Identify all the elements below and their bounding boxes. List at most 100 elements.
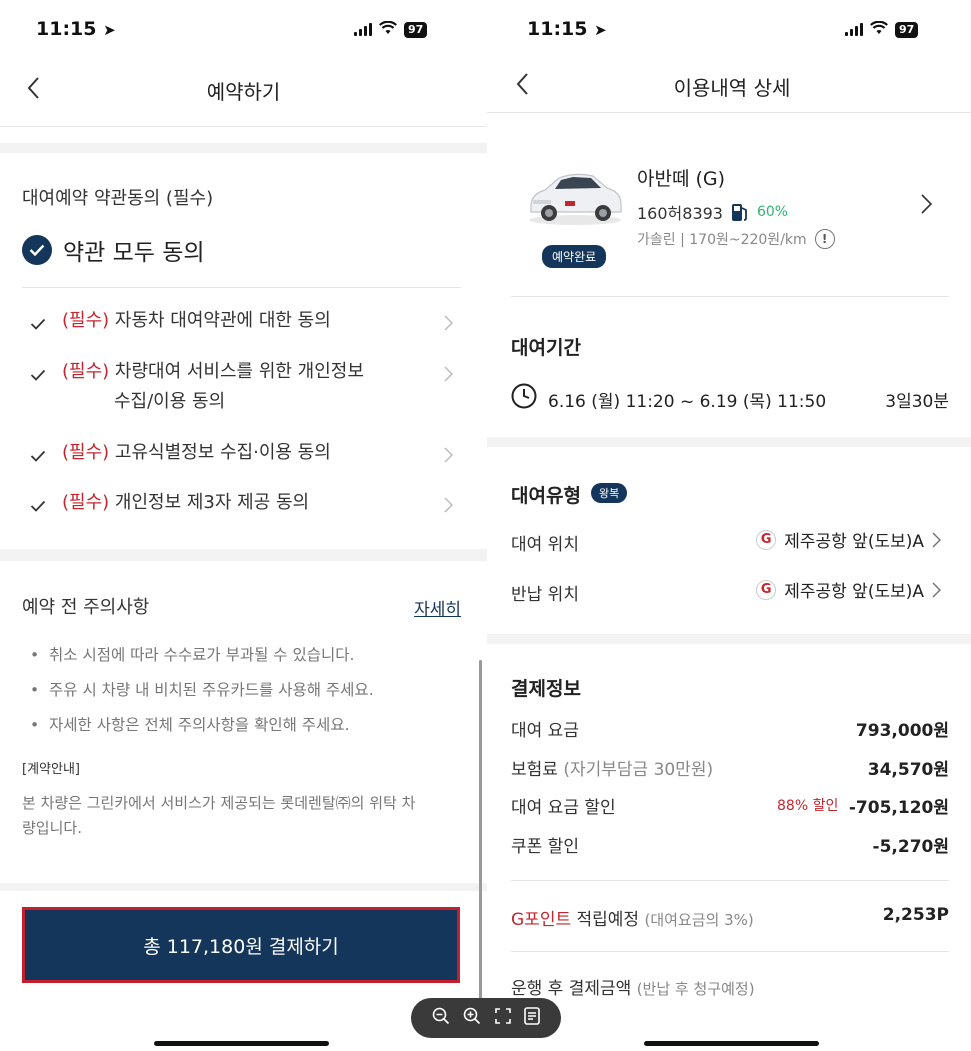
status-time-text: 11:15: [527, 18, 588, 40]
gpoint-row: G포인트 적립예정 (대여요금의 3%): [511, 905, 754, 930]
section-gap: [0, 883, 487, 891]
term-item-unique-id[interactable]: (필수) 고유식별정보 수집·이용 동의: [22, 438, 461, 472]
insurance-sub: (자기부담금 30만원): [563, 760, 714, 780]
term-item-rental-agreement[interactable]: (필수) 자동차 대여약관에 대한 동의: [22, 306, 461, 340]
section-gap: [487, 437, 971, 447]
notice-text: 주유 시 차량 내 비치된 주유카드를 사용해 주세요.: [49, 681, 374, 699]
payment-row-label: 대여 요금: [511, 721, 579, 741]
page-title: 예약하기: [206, 80, 281, 104]
required-tag: (필수): [62, 492, 110, 513]
home-indicator: [644, 1041, 819, 1046]
car-plate: 160허8393: [637, 204, 723, 223]
scrollbar[interactable]: [479, 660, 482, 1000]
chevron-right-icon: [444, 315, 453, 331]
car-detail-chevron-icon[interactable]: [921, 194, 932, 214]
terms-section-title: 대여예약 약관동의 (필수): [22, 188, 214, 209]
required-tag: (필수): [62, 310, 110, 331]
signal-icon: [845, 23, 863, 36]
usage-detail-screen: 11:15 ➤ 97 이용내역 상세 예약완료 아반떼 (G) 160허8393: [487, 0, 971, 1051]
fuel-info-row: 가솔린 | 170원~220원/km !: [637, 229, 835, 249]
battery-icon: 97: [895, 21, 919, 38]
term-item-text: 고유식별정보 수집·이용 동의: [114, 442, 331, 463]
pay-button[interactable]: 총 117,180원 결제하기: [22, 907, 460, 983]
term-item-text-line2: 수집/이용 동의: [114, 391, 226, 412]
term-item-text: 차량대여 서비스를 위한 개인정보: [114, 361, 364, 382]
chevron-right-icon: [444, 447, 453, 463]
terms-divider: [22, 287, 461, 288]
location-arrow-icon: ➤: [594, 21, 607, 39]
pickup-location[interactable]: G 제주공항 앞(도보)A: [756, 527, 941, 552]
notice-item: • 취소 시점에 따라 수수료가 부과될 수 있습니다.: [30, 646, 355, 664]
status-icons: 97: [354, 20, 428, 39]
round-trip-badge: 왕복: [591, 483, 628, 503]
chevron-right-icon: [444, 366, 453, 382]
card-divider: [511, 296, 949, 297]
chevron-right-icon: [444, 497, 453, 513]
term-item-label: (필수) 고유식별정보 수집·이용 동의: [62, 438, 331, 468]
term-item-text: 자동차 대여약관에 대한 동의: [114, 310, 331, 331]
agree-all-checkbox[interactable]: [22, 235, 52, 265]
zoom-in-icon[interactable]: [463, 1007, 481, 1029]
status-time: 11:15 ➤: [527, 18, 607, 40]
gpoint-label: 적립예정: [576, 910, 640, 930]
return-location[interactable]: G 제주공항 앞(도보)A: [756, 577, 941, 602]
check-icon: [30, 318, 46, 330]
discount-rate: 88% 할인: [777, 798, 839, 814]
page-title: 이용내역 상세: [673, 76, 791, 100]
reservation-status-badge: 예약완료: [542, 245, 607, 268]
payment-row-value: 793,000원: [855, 721, 949, 741]
payment-row-value: 34,570원: [867, 760, 949, 780]
rental-period: 6.16 (월) 11:20 ~ 6.19 (목) 11:50: [548, 392, 827, 412]
period-title: 대여기간: [511, 337, 581, 359]
check-icon: [30, 369, 46, 381]
notice-item: • 자세한 사항은 전체 주의사항을 확인해 주세요.: [30, 716, 350, 734]
status-time-text: 11:15: [36, 18, 97, 40]
section-gap: [487, 634, 971, 644]
notice-title: 예약 전 주의사항: [22, 597, 150, 618]
section-gap: [0, 549, 487, 561]
info-icon[interactable]: !: [814, 229, 835, 249]
text-view-icon[interactable]: [524, 1007, 541, 1029]
return-label: 반납 위치: [511, 585, 579, 605]
check-icon: [29, 244, 45, 256]
fuel-info: 가솔린 | 170원~220원/km: [637, 232, 807, 248]
pickup-label: 대여 위치: [511, 535, 579, 555]
chevron-right-icon: [932, 531, 941, 548]
contract-label: [계약안내]: [22, 762, 80, 777]
agree-all-label[interactable]: 약관 모두 동의: [63, 233, 205, 267]
greencar-logo-icon: G: [756, 579, 777, 600]
gpoint-sub: (대여요금의 3%): [644, 911, 754, 929]
term-item-personal-info[interactable]: (필수) 차량대여 서비스를 위한 개인정보 수집/이용 동의: [22, 357, 461, 421]
car-plate-row: 160허8393 60%: [637, 200, 788, 224]
gpoint-value: 2,253P: [882, 905, 949, 925]
term-item-third-party[interactable]: (필수) 개인정보 제3자 제공 동의: [22, 488, 461, 522]
zoom-out-icon[interactable]: [432, 1007, 450, 1029]
rental-duration: 3일30분: [885, 392, 949, 412]
after-payment-sub: (반납 후 청구예정): [636, 980, 755, 998]
nav-divider: [487, 112, 971, 113]
term-item-label: (필수) 차량대여 서비스를 위한 개인정보: [62, 357, 364, 387]
after-payment-row: 운행 후 결제금액 (반납 후 청구예정): [511, 974, 755, 999]
term-item-text: 개인정보 제3자 제공 동의: [114, 492, 310, 513]
gpoint-divider: [511, 951, 949, 952]
return-value: 제주공항 앞(도보)A: [784, 582, 924, 602]
contract-text: 본 차량은 그린카에서 서비스가 제공되는 롯데렌탈㈜의 위탁 차: [22, 794, 416, 812]
term-item-label: (필수) 개인정보 제3자 제공 동의: [62, 488, 309, 518]
status-icons: 97: [845, 20, 919, 39]
wifi-icon: [379, 20, 397, 39]
fullscreen-icon[interactable]: [494, 1008, 511, 1028]
notice-text: 취소 시점에 따라 수수료가 부과될 수 있습니다.: [49, 646, 355, 664]
notice-detail-link[interactable]: 자세히: [414, 595, 461, 620]
payment-row-value: -5,270원: [872, 837, 949, 857]
notice-text: 자세한 사항은 전체 주의사항을 확인해 주세요.: [49, 716, 350, 734]
rental-type-title: 대여유형: [511, 485, 581, 507]
car-name: 아반떼 (G): [637, 168, 726, 190]
check-icon: [30, 500, 46, 512]
required-tag: (필수): [62, 361, 110, 382]
nav-divider: [0, 126, 487, 127]
fuel-pump-icon: [731, 204, 747, 221]
check-icon: [30, 450, 46, 462]
location-arrow-icon: ➤: [103, 21, 116, 39]
gpoint-brand: G포인트: [511, 910, 572, 930]
payment-divider: [511, 880, 949, 881]
